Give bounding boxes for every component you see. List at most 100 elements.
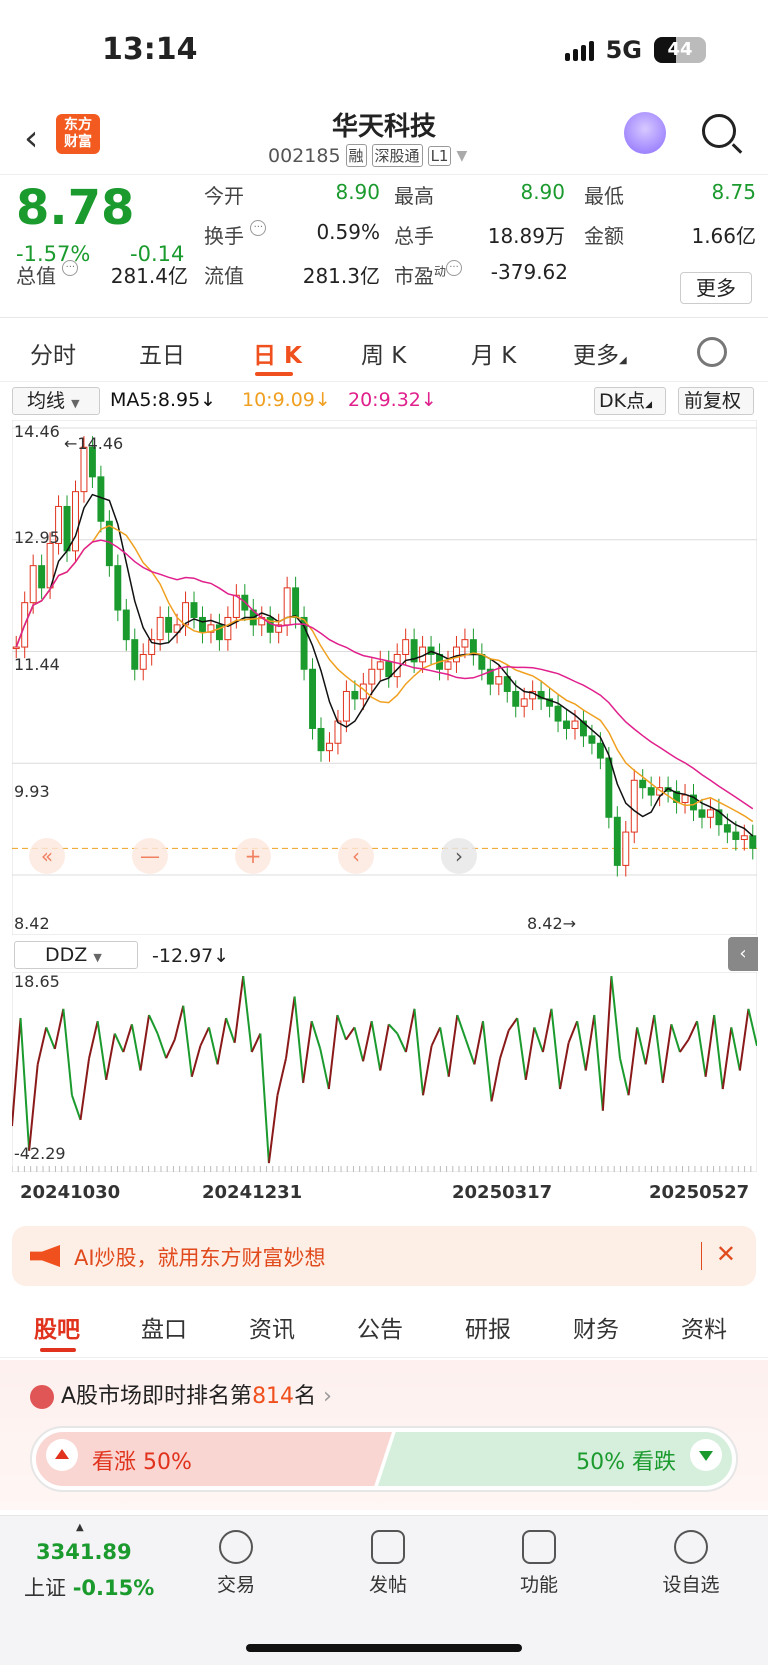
edit-icon — [371, 1530, 405, 1564]
ddz-selector[interactable]: DDZ ▼ — [14, 941, 138, 969]
assistant-robot-icon[interactable] — [624, 112, 666, 154]
dk-point-button[interactable]: DK点◢ — [594, 387, 666, 415]
vote-down-label[interactable]: 50% 看跌 — [576, 1444, 676, 1476]
vote-up-bar[interactable] — [36, 1432, 392, 1486]
tab-intraday[interactable]: 分时 — [30, 336, 76, 370]
ddz-segment — [345, 1026, 356, 1041]
vote-up-label[interactable]: 看涨 50% — [92, 1444, 192, 1476]
ma20-line — [15, 539, 754, 810]
candle-body — [12, 646, 20, 650]
arrow-up-icon[interactable] — [46, 1439, 78, 1471]
candle-body — [165, 616, 173, 633]
ddz-segment — [11, 1018, 22, 1127]
post-button[interactable]: 发帖 — [343, 1530, 433, 1597]
volume-value: 18.89万 — [487, 224, 565, 248]
candle-body — [732, 831, 740, 840]
tab-more[interactable]: 更多◢ — [573, 336, 627, 370]
tab-announcement[interactable]: 公告 — [357, 1310, 403, 1344]
tab-profile[interactable]: 资料 — [681, 1310, 727, 1344]
ddz-svg[interactable] — [11, 971, 758, 1173]
x-tick-3: 20250527 — [649, 1182, 750, 1203]
candle-body — [292, 587, 300, 618]
ma5-value: MA5:8.95↓ — [110, 389, 217, 411]
ddz-segment — [430, 1026, 442, 1047]
tab-pankou[interactable]: 盘口 — [141, 1310, 187, 1344]
tab-guba[interactable]: 股吧 — [34, 1310, 80, 1344]
chevron-down-icon[interactable]: ▼ — [456, 148, 467, 164]
high-value: 8.90 — [520, 180, 565, 204]
kline-chart[interactable]: « — + ‹ › 14.46 12.95 11.44 9.93 8.42 ←14.46… — [12, 420, 757, 935]
candle-body — [512, 690, 520, 707]
ddz-chart[interactable]: 18.65 -42.29 — [11, 971, 758, 1173]
ddz-segment — [19, 1018, 31, 1151]
ddz-segment — [559, 1042, 570, 1090]
ddz-segment — [721, 1027, 733, 1090]
float-value: 281.3亿 — [302, 264, 380, 288]
adjust-button[interactable]: 前复权 — [678, 387, 754, 415]
close-icon[interactable]: ✕ — [716, 1240, 736, 1268]
mktcap-label[interactable]: 总值 ··· — [16, 260, 79, 289]
ddz-segment — [567, 1020, 579, 1044]
functions-button[interactable]: 功能 — [494, 1530, 584, 1597]
kline-svg[interactable]: « — + ‹ › — [12, 420, 757, 935]
search-icon[interactable] — [702, 114, 736, 148]
ddz-segment — [644, 1014, 656, 1065]
vote-down-bar[interactable] — [378, 1432, 732, 1486]
ddz-segment — [670, 1023, 681, 1053]
more-dots-icon — [674, 1530, 708, 1564]
more-button[interactable]: 更多 — [680, 272, 752, 304]
x-tick-1: 20241231 — [202, 1182, 303, 1203]
candle-body — [317, 727, 325, 752]
ddz-segment — [319, 1048, 330, 1090]
pe-label[interactable]: 市盈动 ··· — [394, 260, 463, 289]
turnover-label[interactable]: 换手 ··· — [204, 220, 267, 249]
ddz-segment — [310, 1020, 322, 1050]
ddz-segment — [79, 1058, 91, 1121]
grid-icon — [522, 1530, 556, 1564]
ddz-segment — [464, 1039, 476, 1065]
ddz-segment — [696, 1021, 707, 1077]
tab-daily-k[interactable]: 日 K — [253, 336, 302, 370]
market-rank[interactable]: A股市场即时排名第814名 › — [30, 1378, 332, 1410]
ddz-segment — [130, 1024, 142, 1071]
trade-button[interactable]: 交易 — [191, 1530, 281, 1597]
tag-level: L1 — [427, 145, 452, 166]
tab-five-day[interactable]: 五日 — [139, 336, 185, 370]
tab-research[interactable]: 研报 — [465, 1310, 511, 1344]
info-icon[interactable]: ··· — [250, 220, 267, 236]
ddz-segment — [165, 1039, 176, 1059]
ddz-segment — [541, 1008, 553, 1053]
tab-finance[interactable]: 财务 — [573, 1310, 619, 1344]
ddz-segment — [88, 1020, 99, 1059]
ai-banner-text[interactable]: AI炒股，就用东方财富妙想 — [74, 1242, 326, 1272]
info-icon[interactable]: ··· — [62, 260, 79, 276]
volume-label: 总手 — [394, 224, 434, 248]
indicator-selector[interactable]: 均线 ▼ — [12, 387, 100, 415]
ddz-segment — [293, 996, 305, 1083]
candle-body — [444, 661, 452, 670]
ddz-segment — [619, 1057, 630, 1096]
index-name[interactable]: 上证 -0.15% — [24, 1572, 154, 1602]
settings-gear-icon[interactable] — [697, 337, 727, 367]
ddz-segment — [704, 1014, 716, 1077]
candle-body — [190, 602, 198, 618]
sentiment-vote: 看涨 50% 50% 看跌 — [30, 1426, 738, 1492]
tab-monthly-k[interactable]: 月 K — [471, 336, 516, 370]
stock-sub-info[interactable]: 002185 融 深股通 L1 ▼ — [268, 144, 467, 167]
tab-weekly-k[interactable]: 周 K — [361, 336, 406, 370]
ai-promo-banner[interactable]: AI炒股，就用东方财富妙想 ✕ — [12, 1226, 756, 1286]
collapse-icon[interactable]: ‹ — [728, 937, 758, 971]
ddz-segment — [362, 1020, 373, 1062]
tab-news[interactable]: 资讯 — [249, 1310, 295, 1344]
index-value[interactable]: 3341.89 — [36, 1540, 132, 1564]
ddz-segment — [173, 1005, 185, 1040]
info-icon[interactable]: ··· — [446, 260, 463, 276]
arrow-down-icon[interactable] — [690, 1439, 722, 1471]
active-tab-indicator — [255, 372, 293, 376]
megaphone-icon — [30, 1245, 60, 1267]
add-watchlist-button[interactable]: 设自选 — [646, 1530, 736, 1597]
candle-body — [351, 690, 359, 700]
ddz-segment — [216, 1017, 228, 1065]
status-time: 13:14 — [102, 32, 198, 67]
ddz-segment — [653, 1014, 664, 1084]
